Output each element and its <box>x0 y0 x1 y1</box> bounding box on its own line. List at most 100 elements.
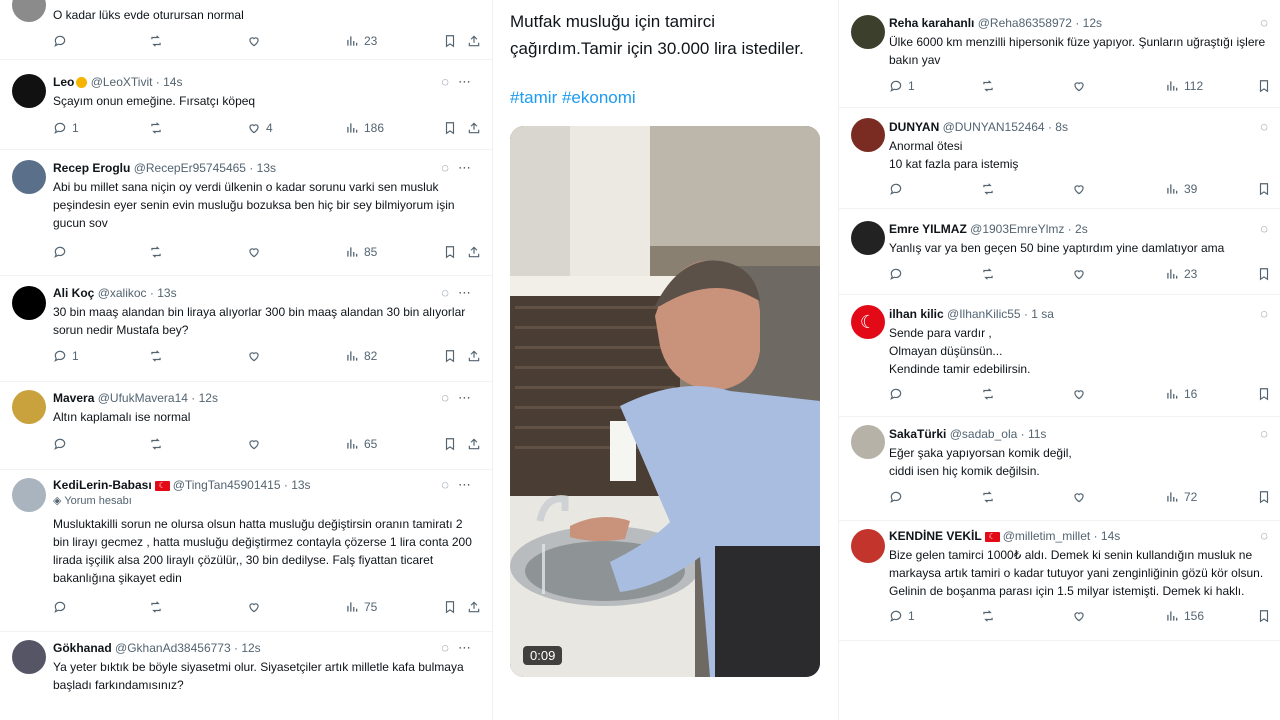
bookmark-button[interactable] <box>443 34 457 48</box>
avatar[interactable] <box>851 221 885 255</box>
tweet-menu[interactable]: ◌ <box>1260 221 1277 236</box>
reply-button[interactable]: 1 <box>53 349 79 363</box>
timestamp[interactable]: · 13s <box>284 478 311 492</box>
grok-icon[interactable]: ◌ <box>441 640 458 655</box>
timestamp[interactable]: · 12s <box>1075 16 1102 30</box>
tweet[interactable]: Gökhanad @GkhanAd38456773 · 12s Ya yeter… <box>0 632 492 720</box>
views-count[interactable]: 39 <box>1165 182 1197 196</box>
display-name[interactable]: Ali Koç <box>53 286 94 300</box>
display-name[interactable]: DUNYAN <box>889 120 939 134</box>
like-button[interactable] <box>247 245 261 259</box>
like-button[interactable] <box>1072 267 1086 281</box>
grok-icon[interactable]: ◌ <box>1260 119 1277 134</box>
avatar[interactable] <box>851 118 885 152</box>
share-button[interactable] <box>467 245 481 259</box>
avatar[interactable]: ☾ <box>851 305 885 339</box>
like-button[interactable] <box>1072 182 1086 196</box>
handle[interactable]: @LeoXTivit <box>91 75 153 89</box>
display-name[interactable]: SakaTürki <box>889 427 946 441</box>
reply-button[interactable] <box>889 490 903 504</box>
display-name[interactable]: Reha karahanlı <box>889 16 974 30</box>
retweet-button[interactable] <box>981 182 995 196</box>
bookmark-button[interactable] <box>443 600 457 614</box>
timestamp[interactable]: · 14s <box>156 75 183 89</box>
reply-button[interactable] <box>53 34 67 48</box>
handle[interactable]: @TingTan45901415 <box>173 478 281 492</box>
timestamp[interactable]: · 12s <box>234 641 261 655</box>
views-count[interactable]: 85 <box>345 245 377 259</box>
views-count[interactable]: 112 <box>1165 79 1203 93</box>
more-icon[interactable]: ⋯ <box>458 477 480 492</box>
like-button[interactable] <box>1072 609 1086 623</box>
bookmark-button[interactable] <box>443 121 457 135</box>
grok-icon[interactable]: ◌ <box>441 74 458 89</box>
video-player[interactable]: 0:09 <box>510 126 820 677</box>
tweet-menu[interactable]: ◌ <box>1260 528 1277 543</box>
avatar[interactable] <box>12 286 46 320</box>
grok-icon[interactable]: ◌ <box>1260 221 1277 236</box>
tweet[interactable]: KediLerin-Babası ☾ @TingTan45901415 · 13s … <box>0 470 492 632</box>
display-name[interactable]: Emre YILMAZ <box>889 222 967 236</box>
timestamp[interactable]: · 12s <box>191 391 218 405</box>
display-name[interactable]: Leo <box>53 75 74 89</box>
grok-icon[interactable]: ◌ <box>441 390 458 405</box>
grok-icon[interactable]: ◌ <box>441 285 458 300</box>
avatar[interactable] <box>12 478 46 512</box>
bookmark-button[interactable] <box>1257 267 1271 281</box>
display-name[interactable]: KediLerin-Babası <box>53 478 152 492</box>
retweet-button[interactable] <box>981 387 995 401</box>
tweet-menu[interactable]: ◌⋯ <box>441 390 480 406</box>
views-count[interactable]: 82 <box>345 349 377 363</box>
handle[interactable]: @milletim_millet <box>1003 529 1091 543</box>
tweet-menu[interactable]: ◌ <box>1260 119 1277 134</box>
tweet[interactable]: KENDİNE VEKİL ☾ @milletim_millet · 14s Biz… <box>839 521 1280 641</box>
timestamp[interactable]: · 14s <box>1094 529 1121 543</box>
tweet[interactable]: ☾ ilhan kilic @IlhanKilic55 · 1 sa Sende… <box>839 295 1280 417</box>
bookmark-button[interactable] <box>443 437 457 451</box>
bookmark-button[interactable] <box>1257 79 1271 93</box>
tweet[interactable]: Ali Koç @xalikoc · 13s 30 bin maaş aland… <box>0 276 492 382</box>
share-button[interactable] <box>467 34 481 48</box>
tweet-menu[interactable]: ◌⋯ <box>441 160 480 176</box>
retweet-button[interactable] <box>149 437 163 451</box>
display-name[interactable]: Recep Eroglu <box>53 161 130 175</box>
retweet-button[interactable] <box>981 267 995 281</box>
post-hashtags[interactable]: #tamir #ekonomi <box>510 88 636 108</box>
avatar[interactable] <box>12 390 46 424</box>
more-icon[interactable]: ⋯ <box>458 285 480 300</box>
reply-button[interactable] <box>889 267 903 281</box>
tweet-menu[interactable]: ◌ <box>1260 426 1277 441</box>
timestamp[interactable]: · 13s <box>249 161 276 175</box>
like-button[interactable] <box>247 600 261 614</box>
handle[interactable]: @GkhanAd38456773 <box>115 641 231 655</box>
display-name[interactable]: ilhan kilic <box>889 307 944 321</box>
tweet-menu[interactable]: ◌⋯ <box>441 477 480 493</box>
timestamp[interactable]: · 2s <box>1068 222 1088 236</box>
reply-button[interactable] <box>53 437 67 451</box>
bookmark-button[interactable] <box>443 349 457 363</box>
tweet[interactable]: O kadar lüks evde oturursan normal 23 <box>0 0 492 60</box>
bookmark-button[interactable] <box>1257 490 1271 504</box>
share-button[interactable] <box>467 437 481 451</box>
avatar[interactable] <box>12 640 46 674</box>
timestamp[interactable]: · 8s <box>1048 120 1068 134</box>
share-button[interactable] <box>467 349 481 363</box>
tweet[interactable]: Mavera @UfukMavera14 · 12s Altın kaplama… <box>0 382 492 470</box>
display-name[interactable]: KENDİNE VEKİL <box>889 529 982 543</box>
avatar[interactable] <box>12 74 46 108</box>
grok-icon[interactable]: ◌ <box>441 160 458 175</box>
tweet[interactable]: Leo @LeoXTivit · 14s Sçayım onun emeğine… <box>0 60 492 150</box>
reply-button[interactable]: 1 <box>53 121 79 135</box>
grok-icon[interactable]: ◌ <box>1260 426 1277 441</box>
display-name[interactable]: Gökhanad <box>53 641 112 655</box>
like-button[interactable] <box>1072 490 1086 504</box>
tweet[interactable]: DUNYAN @DUNYAN152464 · 8s Anormal ötesi … <box>839 108 1280 209</box>
views-count[interactable]: 23 <box>1165 267 1197 281</box>
tweet-menu[interactable]: ◌ <box>1260 15 1277 30</box>
avatar[interactable] <box>851 529 885 563</box>
reply-button[interactable] <box>889 182 903 196</box>
tweet[interactable]: SakaTürki @sadab_ola · 11s Eğer şaka yap… <box>839 417 1280 521</box>
avatar[interactable] <box>851 425 885 459</box>
grok-icon[interactable]: ◌ <box>1260 528 1277 543</box>
reply-button[interactable] <box>53 245 67 259</box>
